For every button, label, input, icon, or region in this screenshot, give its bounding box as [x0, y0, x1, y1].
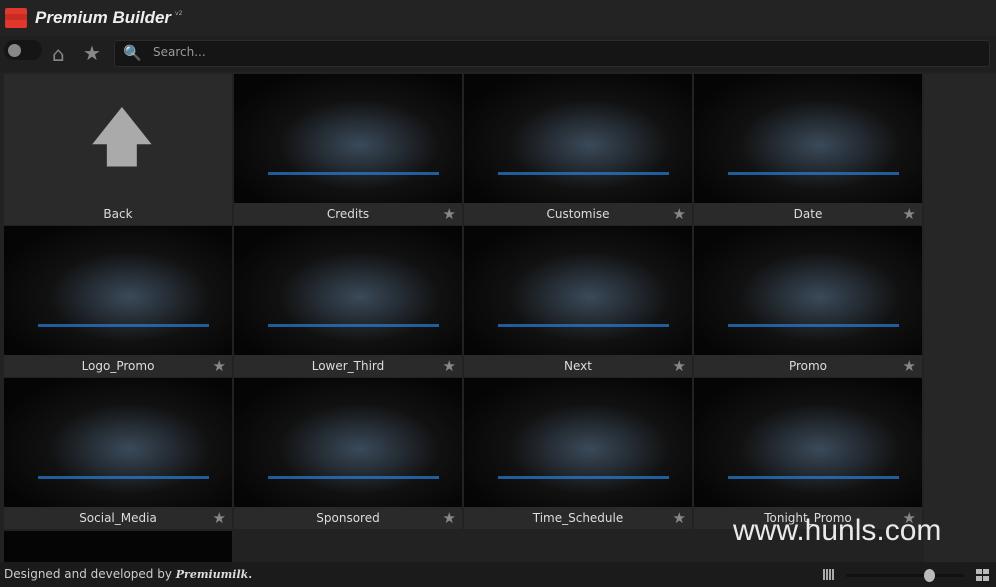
preview-thumbnail [234, 226, 462, 355]
home-icon[interactable]: ⌂ [52, 42, 65, 66]
grid-item-logo-promo[interactable]: Logo_Promo ★ [4, 226, 232, 377]
footer: Designed and developed by Premiumilk. [0, 562, 996, 587]
favorite-star-icon[interactable]: ★ [443, 203, 456, 225]
up-arrow-icon: 🡅 [89, 101, 155, 175]
item-label: Promo [788, 359, 828, 373]
watermark: www.hunls.com [733, 514, 942, 547]
item-label: Next [564, 359, 592, 373]
preview-thumbnail [694, 226, 922, 355]
favorite-star-icon[interactable]: ★ [903, 203, 916, 225]
grid-item-partial[interactable] [4, 531, 232, 562]
mode-toggle[interactable] [4, 40, 42, 60]
layers-logo-icon [5, 8, 27, 28]
item-label: Credits [326, 207, 370, 221]
search-icon: 🔍 [123, 44, 142, 62]
grid-item-customise[interactable]: Customise ★ [464, 74, 692, 225]
app-title: Premium Builder [35, 8, 172, 27]
favorite-star-icon[interactable]: ★ [673, 507, 686, 529]
small-grid-icon[interactable] [823, 569, 835, 580]
search-input[interactable] [153, 45, 953, 59]
item-label: Date [793, 207, 823, 221]
item-label: Logo_Promo [81, 359, 155, 373]
thumbnail-size-slider[interactable] [846, 569, 964, 582]
preview-thumbnail [234, 74, 462, 203]
grid-empty-area [924, 74, 996, 562]
grid-item-next[interactable]: Next ★ [464, 226, 692, 377]
favorite-star-icon[interactable]: ★ [443, 507, 456, 529]
favorites-star-icon[interactable]: ★ [83, 41, 101, 65]
grid-item-time-schedule[interactable]: Time_Schedule ★ [464, 378, 692, 529]
title-bar: Premium Builder v2 [0, 0, 996, 36]
preview-thumbnail [464, 226, 692, 355]
preview-thumbnail [694, 378, 922, 507]
preview-thumbnail [4, 378, 232, 507]
grid-item-sponsored[interactable]: Sponsored ★ [234, 378, 462, 529]
preset-grid: 🡅 Back Credits ★ Customise ★ Date ★ Logo_Promo ★ L… [4, 74, 924, 529]
grid-item-lower-third[interactable]: Lower_Third ★ [234, 226, 462, 377]
item-label: Lower_Third [311, 359, 385, 373]
grid-item-social-media[interactable]: Social_Media ★ [4, 378, 232, 529]
favorite-star-icon[interactable]: ★ [213, 355, 226, 377]
grid-item-back[interactable]: 🡅 Back [4, 74, 232, 225]
toolbar: ⌂ ★ 🔍 [0, 36, 996, 72]
grid-item-promo[interactable]: Promo ★ [694, 226, 922, 377]
item-label: Social_Media [79, 511, 157, 525]
back-thumbnail: 🡅 [4, 74, 232, 203]
large-grid-icon[interactable] [976, 569, 989, 581]
item-label: Back [103, 207, 133, 221]
search-box: 🔍 [114, 40, 990, 67]
preview-thumbnail [464, 378, 692, 507]
credits-text: Designed and developed by [4, 567, 172, 581]
favorite-star-icon[interactable]: ★ [903, 355, 916, 377]
preview-thumbnail [4, 226, 232, 355]
slider-handle[interactable] [923, 569, 935, 582]
item-label: Time_Schedule [532, 511, 624, 525]
grid-item-date[interactable]: Date ★ [694, 74, 922, 225]
preview-thumbnail [464, 74, 692, 203]
favorite-star-icon[interactable]: ★ [673, 203, 686, 225]
preview-thumbnail [694, 74, 922, 203]
item-label: Customise [546, 207, 610, 221]
grid-item-tonight-promo[interactable]: Tonight_Promo ★ [694, 378, 922, 529]
grid-item-credits[interactable]: Credits ★ [234, 74, 462, 225]
preview-thumbnail [234, 378, 462, 507]
app-version: v2 [175, 9, 183, 17]
premiumilk-signature: Premiumilk. [175, 568, 253, 581]
favorite-star-icon[interactable]: ★ [443, 355, 456, 377]
favorite-star-icon[interactable]: ★ [673, 355, 686, 377]
item-label: Sponsored [316, 511, 380, 525]
favorite-star-icon[interactable]: ★ [213, 507, 226, 529]
